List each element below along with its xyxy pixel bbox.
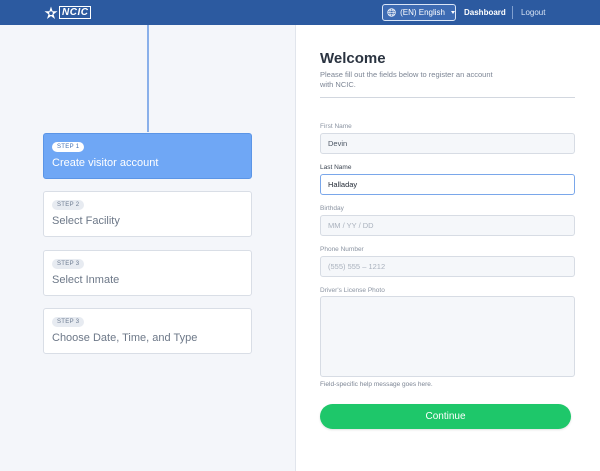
drivers-license-label: Driver's License Photo [320, 287, 385, 294]
step-badge: STEP 3 [52, 259, 85, 269]
step-create-visitor-account[interactable]: STEP 1 Create visitor account [43, 133, 252, 179]
birthday-label: Birthday [320, 205, 344, 212]
drivers-license-upload[interactable] [320, 296, 575, 377]
nav-logout-link[interactable]: Logout [521, 8, 545, 17]
first-name-input[interactable]: Devin [320, 133, 575, 154]
top-navigation-bar: NCIC (EN) English Dashboard Logout [0, 0, 600, 25]
birthday-input[interactable]: MM / YY / DD [320, 215, 575, 236]
continue-button[interactable]: Continue [320, 404, 571, 429]
step-badge: STEP 3 [52, 317, 85, 327]
step-badge: STEP 2 [52, 200, 85, 210]
nav-dashboard-link[interactable]: Dashboard [464, 8, 506, 17]
ncic-logo[interactable]: NCIC [44, 5, 92, 20]
timeline-connector [147, 25, 149, 132]
star-badge-icon [44, 6, 58, 19]
field-help-text: Field-specific help message goes here. [320, 381, 433, 388]
step-title: Select Inmate [52, 274, 120, 286]
nav-divider [512, 6, 513, 19]
steps-panel: STEP 1 Create visitor account STEP 2 Sel… [0, 25, 296, 471]
globe-icon [387, 8, 396, 17]
phone-number-label: Phone Number [320, 246, 364, 253]
form-divider [320, 97, 575, 98]
step-choose-date-time-type[interactable]: STEP 3 Choose Date, Time, and Type [43, 308, 252, 354]
last-name-label: Last Name [320, 164, 352, 171]
caret-down-icon [451, 11, 455, 14]
step-title: Choose Date, Time, and Type [52, 332, 198, 344]
first-name-label: First Name [320, 123, 352, 130]
step-title: Create visitor account [52, 157, 159, 169]
language-label: (EN) English [400, 8, 445, 17]
logo-text: NCIC [59, 6, 92, 19]
intro-text: Please fill out the fields below to regi… [320, 70, 493, 89]
step-select-inmate[interactable]: STEP 3 Select Inmate [43, 250, 252, 296]
step-badge: STEP 1 [52, 142, 85, 152]
language-selector[interactable]: (EN) English [382, 4, 456, 21]
last-name-input[interactable]: Halladay [320, 174, 575, 195]
step-select-facility[interactable]: STEP 2 Select Facility [43, 191, 252, 237]
step-title: Select Facility [52, 215, 120, 227]
phone-number-input[interactable]: (555) 555 – 1212 [320, 256, 575, 277]
page-title: Welcome [320, 50, 386, 67]
